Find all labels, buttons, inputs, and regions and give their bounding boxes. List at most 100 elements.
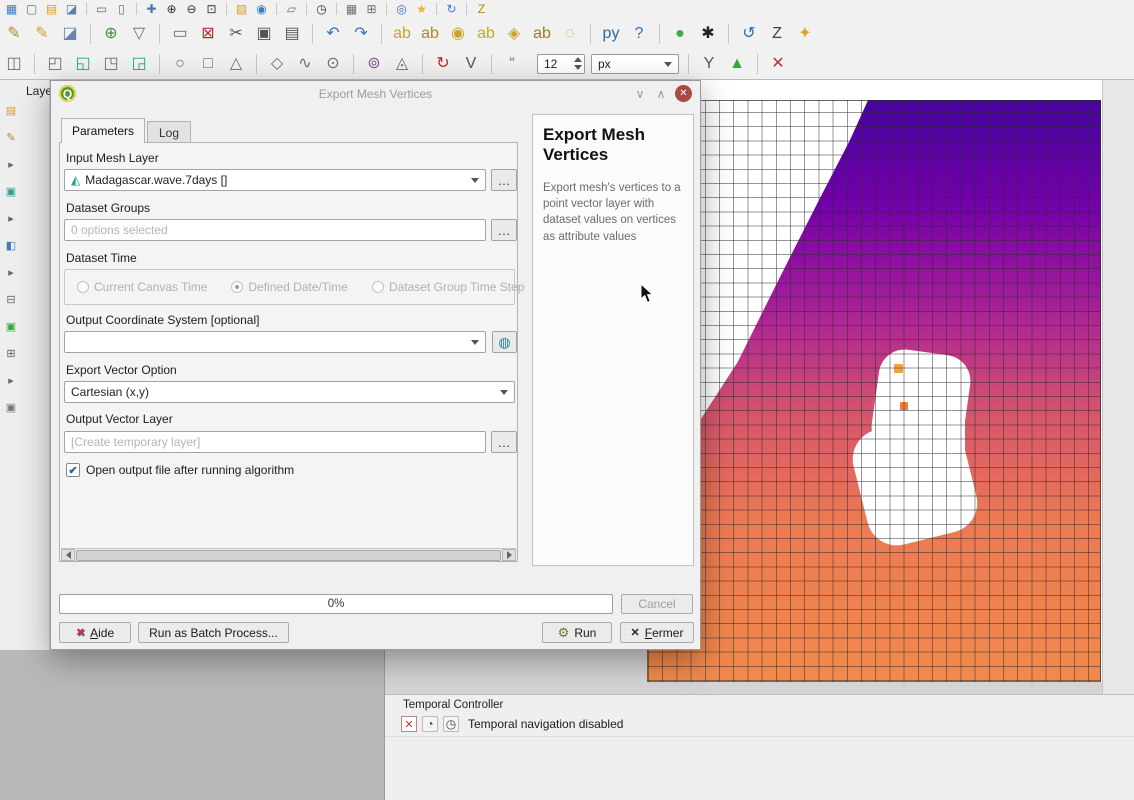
layer-swatch-icon[interactable]: ▣ (3, 185, 19, 199)
z-value-tool-icon[interactable]: Z (766, 22, 788, 46)
undo-icon[interactable]: ↶ (322, 22, 344, 46)
layer-expander-icon[interactable]: ▸ (3, 266, 19, 280)
toggle-editing-icon[interactable]: ✎ (31, 22, 53, 46)
panel-edit-icon[interactable]: ✎ (3, 131, 19, 145)
help-contents-icon[interactable]: ? (628, 22, 650, 46)
layer-expander-icon[interactable]: ▸ (3, 158, 19, 172)
animated-range-clock-icon[interactable]: ◷ (443, 716, 459, 732)
collapse-box-icon[interactable]: ⊟ (3, 293, 19, 307)
layer-swatch-icon[interactable]: ▣ (3, 401, 19, 415)
layer-swatch-icon[interactable]: ▣ (3, 320, 19, 334)
help-button[interactable]: ✖ Aide (59, 622, 131, 643)
zoom-in-icon[interactable]: ⊕ (163, 2, 180, 17)
mesh-digitizing-icon[interactable]: ◰ (44, 52, 66, 76)
params-horizontal-scrollbar[interactable] (61, 548, 516, 561)
select-features-icon[interactable]: ▧ (233, 2, 250, 17)
mesh-force-by-lines-icon[interactable]: ◬ (391, 52, 413, 76)
layer-expander-icon[interactable]: ▸ (3, 212, 19, 226)
debug-tool-icon[interactable]: ✱ (697, 22, 719, 46)
map-canvas[interactable] (640, 80, 1102, 682)
close-icon[interactable]: ✕ (675, 85, 692, 102)
project-open-icon[interactable]: ▤ (43, 2, 60, 17)
new-3d-map-icon[interactable]: Z (473, 2, 490, 17)
output-layer-field[interactable]: [Create temporary layer] (64, 431, 486, 453)
mesh-transform-icon[interactable]: ◲ (128, 52, 150, 76)
delete-selected-icon[interactable]: ⊠ (197, 22, 219, 46)
paste-features-icon[interactable]: ▤ (281, 22, 303, 46)
zoom-out-icon[interactable]: ⊖ (183, 2, 200, 17)
close-dialog-button[interactable]: ✕ Fermer (620, 622, 694, 643)
attribute-table-icon[interactable]: ▦ (343, 2, 360, 17)
change-label-icon[interactable]: ◌ (559, 22, 581, 46)
project-new-icon[interactable]: ▢ (23, 2, 40, 17)
revert-edits-icon[interactable]: ↻ (432, 52, 454, 76)
shape-digitizing-icon[interactable]: ◇ (266, 52, 288, 76)
new-bookmark-icon[interactable]: ★ (413, 2, 430, 17)
checkbox-checked-icon[interactable]: ✔ (66, 463, 80, 477)
temporal-controller-icon[interactable]: ◷ (313, 2, 330, 17)
vector-tool-icon[interactable]: ▲ (726, 52, 748, 76)
processing-toolbox-icon[interactable]: ● (669, 22, 691, 46)
cut-features-icon[interactable]: ✂ (225, 22, 247, 46)
identify-features-icon[interactable]: ◉ (253, 2, 270, 17)
size-spinbox[interactable]: 12 (537, 54, 585, 74)
scroll-right-button[interactable] (502, 549, 516, 561)
input-mesh-combobox[interactable]: ◭ Madagascar.wave.7days [] (64, 169, 486, 191)
mesh-select-expression-icon[interactable]: ◳ (100, 52, 122, 76)
add-feature-icon[interactable]: ⊕ (100, 22, 122, 46)
save-edits-icon[interactable]: ◪ (59, 22, 81, 46)
highlight-pinned-labels-icon[interactable]: ab (475, 22, 497, 46)
radio-circle-icon[interactable] (231, 281, 243, 293)
redo-icon[interactable]: ↷ (350, 22, 372, 46)
layer-expander-icon[interactable]: ▸ (3, 374, 19, 388)
spin-up-icon[interactable] (574, 57, 582, 62)
move-label-icon[interactable]: ◈ (503, 22, 525, 46)
text-annotation-icon[interactable]: “ (501, 52, 523, 76)
digitize-regular-polygon-icon[interactable]: △ (225, 52, 247, 76)
radio-dataset-group-time-step[interactable]: Dataset Group Time Step (372, 280, 524, 294)
vector-option-combobox[interactable]: Cartesian (x,y) (64, 381, 515, 403)
topology-checker-icon[interactable]: Y (698, 52, 720, 76)
digitize-rectangle-icon[interactable]: □ (197, 52, 219, 76)
crs-combobox[interactable] (64, 331, 486, 353)
radio-circle-icon[interactable] (77, 281, 89, 293)
cancel-button[interactable]: Cancel (621, 594, 693, 614)
open-output-checkbox-row[interactable]: ✔ Open output file after running algorit… (66, 463, 294, 477)
dataset-groups-field[interactable]: 0 options selected (64, 219, 486, 241)
unit-combobox[interactable]: px (591, 54, 679, 74)
scroll-left-button[interactable] (61, 549, 75, 561)
layer-swatch-icon[interactable]: ◧ (3, 239, 19, 253)
layer-labeling-icon[interactable]: ab (391, 22, 413, 46)
layer-reload-icon[interactable]: ↺ (738, 22, 760, 46)
circle-2points-icon[interactable]: ⊙ (322, 52, 344, 76)
label-options-icon[interactable]: ab (419, 22, 441, 46)
dialog-titlebar[interactable]: Q Export Mesh Vertices ∨ ∧ ✕ (51, 81, 700, 107)
field-calculator-icon[interactable]: ⊞ (363, 2, 380, 17)
close-toolbar-icon[interactable]: ✕ (767, 52, 789, 76)
expand-icon[interactable]: ∧ (654, 87, 668, 101)
layer-manager-icon[interactable]: ▦ (3, 2, 20, 17)
spinbox-arrows-icon[interactable] (574, 57, 582, 70)
move-feature-icon[interactable]: ▭ (169, 22, 191, 46)
new-print-layout-icon[interactable]: ▭ (93, 2, 110, 17)
crs-picker-button[interactable]: ◍ (492, 331, 517, 353)
clipboard-tool-icon[interactable]: ◫ (3, 52, 25, 76)
dataset-groups-browse-button[interactable]: … (491, 219, 517, 241)
annotation-tool-icon[interactable]: ⊚ (363, 52, 385, 76)
pan-map-icon[interactable]: ✚ (143, 2, 160, 17)
radio-current-canvas-time[interactable]: Current Canvas Time (77, 280, 207, 294)
spin-down-icon[interactable] (574, 65, 582, 70)
run-button[interactable]: ⚙ Run (542, 622, 612, 643)
python-console-icon[interactable]: py (600, 22, 622, 46)
mesh-select-polygon-icon[interactable]: ◱ (72, 52, 94, 76)
scrollbar-thumb[interactable] (76, 550, 501, 561)
locator-search-icon[interactable]: ◎ (393, 2, 410, 17)
map-refresh-icon[interactable]: ↻ (443, 2, 460, 17)
tab-parameters[interactable]: Parameters (61, 118, 145, 143)
output-layer-browse-button[interactable]: … (491, 431, 517, 453)
vertex-editor-icon[interactable]: V (460, 52, 482, 76)
input-mesh-browse-button[interactable]: … (491, 169, 517, 191)
metasearch-icon[interactable]: ✦ (794, 22, 816, 46)
copy-features-icon[interactable]: ▣ (253, 22, 275, 46)
measure-line-icon[interactable]: ▱ (283, 2, 300, 17)
